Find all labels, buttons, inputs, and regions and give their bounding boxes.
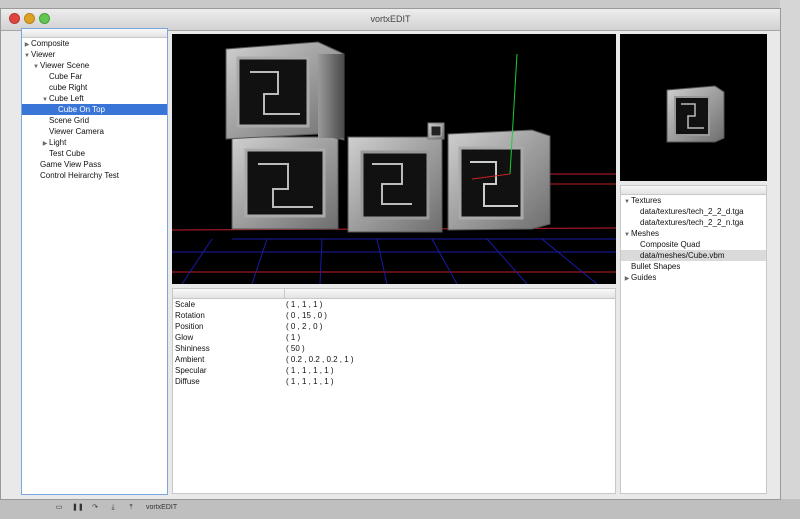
- property-row[interactable]: Scale ( 1 , 1 , 1 ): [173, 299, 615, 310]
- property-name: Scale: [175, 300, 196, 309]
- property-row[interactable]: Glow ( 1 ): [173, 332, 615, 343]
- scene-tree-header: [22, 29, 167, 38]
- taskbar: ▭ ❚❚ ↷ ⤓ ⤒ vortxEDIT: [50, 503, 510, 515]
- tree-item-label: Textures: [631, 196, 662, 205]
- tree-item-label: cube Right: [49, 83, 88, 92]
- tree-item-label: Composite Quad: [640, 240, 701, 249]
- property-row[interactable]: Rotation ( 0 , 15 , 0 ): [173, 310, 615, 321]
- tree-item-label: Light: [49, 138, 67, 147]
- tree-item[interactable]: Composite Quad: [621, 239, 766, 250]
- tree-item-label: data/textures/tech_2_2_n.tga: [640, 218, 744, 227]
- property-name: Position: [175, 322, 204, 331]
- property-name: Diffuse: [175, 377, 200, 386]
- window-title: vortxEDIT: [370, 14, 411, 24]
- tree-item[interactable]: ▶ Guides: [621, 272, 766, 283]
- tree-item-label: Game View Pass: [40, 160, 102, 169]
- tree-item[interactable]: Test Cube: [22, 148, 167, 159]
- tree-item[interactable]: data/textures/tech_2_2_d.tga: [621, 206, 766, 217]
- tree-item-label: Bullet Shapes: [631, 262, 681, 271]
- asset-tree[interactable]: ▼Textures data/textures/tech_2_2_d.tgadat…: [621, 195, 766, 283]
- properties-panel[interactable]: Scale ( 1 , 1 , 1 ) Rotation ( 0 , 15 , 0 )…: [172, 288, 616, 494]
- tree-item[interactable]: ▼Viewer Scene: [22, 60, 167, 71]
- tree-item-label: Composite: [31, 39, 70, 48]
- tree-item[interactable]: ▼Cube Left: [22, 93, 167, 104]
- assets-panel[interactable]: ▼Textures data/textures/tech_2_2_d.tgadat…: [620, 185, 767, 494]
- property-value[interactable]: ( 0 , 15 , 0 ): [286, 310, 327, 321]
- tree-item[interactable]: ▼Viewer: [22, 49, 167, 60]
- tree-item-label: data/textures/tech_2_2_d.tga: [640, 207, 744, 216]
- property-name: Rotation: [175, 311, 205, 320]
- tree-item-label: Viewer Camera: [49, 127, 104, 136]
- property-value[interactable]: ( 1 ): [286, 332, 300, 343]
- tree-item[interactable]: Bullet Shapes: [621, 261, 766, 272]
- property-row[interactable]: Diffuse ( 1 , 1 , 1 , 1 ): [173, 376, 615, 387]
- step-over-icon[interactable]: ↷: [90, 503, 100, 513]
- cube-left: [231, 136, 339, 230]
- property-value[interactable]: ( 1 , 1 , 1 , 1 ): [286, 365, 334, 376]
- property-row[interactable]: Specular ( 1 , 1 , 1 , 1 ): [173, 365, 615, 376]
- preview-render: [666, 85, 725, 143]
- tree-item-label: Viewer: [31, 50, 56, 59]
- tree-item-label: Guides: [631, 273, 657, 282]
- property-name: Specular: [175, 366, 207, 375]
- step-out-icon[interactable]: ⤒: [126, 503, 136, 513]
- scene-render: [172, 41, 616, 284]
- tree-item-label: Cube Far: [49, 72, 83, 81]
- assets-header: [621, 186, 766, 195]
- tree-item-label: data/meshes/Cube.vbm: [640, 251, 725, 260]
- tree-item[interactable]: Game View Pass: [22, 159, 167, 170]
- test-cube: [427, 122, 445, 140]
- tree-item-label: Scene Grid: [49, 116, 90, 125]
- property-value[interactable]: ( 1 , 1 , 1 , 1 ): [286, 376, 334, 387]
- tree-item[interactable]: Control Heirarchy Test: [22, 170, 167, 181]
- tree-item-label: Test Cube: [49, 149, 86, 158]
- tree-item[interactable]: Viewer Camera: [22, 126, 167, 137]
- property-name: Shininess: [175, 344, 210, 353]
- property-value[interactable]: ( 0 , 2 , 0 ): [286, 321, 322, 332]
- properties-list[interactable]: Scale ( 1 , 1 , 1 ) Rotation ( 0 , 15 , 0 )…: [173, 299, 615, 387]
- tree-item[interactable]: ▶ Light: [22, 137, 167, 148]
- tree-item-label: Viewer Scene: [40, 61, 90, 70]
- tree-item-label: Cube On Top: [58, 105, 105, 114]
- property-name: Ambient: [175, 355, 205, 364]
- property-row[interactable]: Ambient ( 0.2 , 0.2 , 0.2 , 1 ): [173, 354, 615, 365]
- tree-item[interactable]: data/meshes/Cube.vbm: [621, 250, 766, 261]
- frame-icon[interactable]: ▭: [54, 503, 64, 513]
- taskbar-label: vortxEDIT: [146, 504, 178, 511]
- tree-item[interactable]: ▼Textures: [621, 195, 766, 206]
- property-value[interactable]: ( 0.2 , 0.2 , 0.2 , 1 ): [286, 354, 354, 365]
- desktop-background: [780, 0, 800, 519]
- cube-on-top: [225, 41, 345, 141]
- scene-tree-panel[interactable]: ▶ Composite ▼Viewer ▼Viewer Scene Cube Far cu…: [21, 28, 168, 495]
- scene-tree[interactable]: ▶ Composite ▼Viewer ▼Viewer Scene Cube Far cu…: [22, 38, 167, 181]
- tree-item[interactable]: ▶ Composite: [22, 38, 167, 49]
- tree-item-label: Meshes: [631, 229, 660, 238]
- tree-item[interactable]: ▼Meshes: [621, 228, 766, 239]
- pause-icon[interactable]: ❚❚: [72, 503, 84, 513]
- step-into-icon[interactable]: ⤓: [108, 503, 118, 513]
- disclosure-collapsed-icon[interactable]: ▶: [623, 274, 631, 285]
- 3d-viewport[interactable]: [172, 34, 616, 284]
- tree-item-label: Control Heirarchy Test: [40, 171, 119, 180]
- tree-item[interactable]: data/textures/tech_2_2_n.tga: [621, 217, 766, 228]
- tree-item[interactable]: Scene Grid: [22, 115, 167, 126]
- property-value[interactable]: ( 1 , 1 , 1 ): [286, 299, 322, 310]
- properties-header: [173, 289, 615, 299]
- tree-item[interactable]: Cube On Top: [22, 104, 167, 115]
- mesh-preview[interactable]: [620, 34, 767, 181]
- cube-right: [447, 129, 551, 231]
- property-value[interactable]: ( 50 ): [286, 343, 305, 354]
- tree-item[interactable]: cube Right: [22, 82, 167, 93]
- property-name: Glow: [175, 333, 194, 342]
- tree-item-label: Cube Left: [49, 94, 84, 103]
- property-row[interactable]: Shininess ( 50 ): [173, 343, 615, 354]
- property-row[interactable]: Position ( 0 , 2 , 0 ): [173, 321, 615, 332]
- tree-item[interactable]: Cube Far: [22, 71, 167, 82]
- cube-far: [347, 136, 443, 233]
